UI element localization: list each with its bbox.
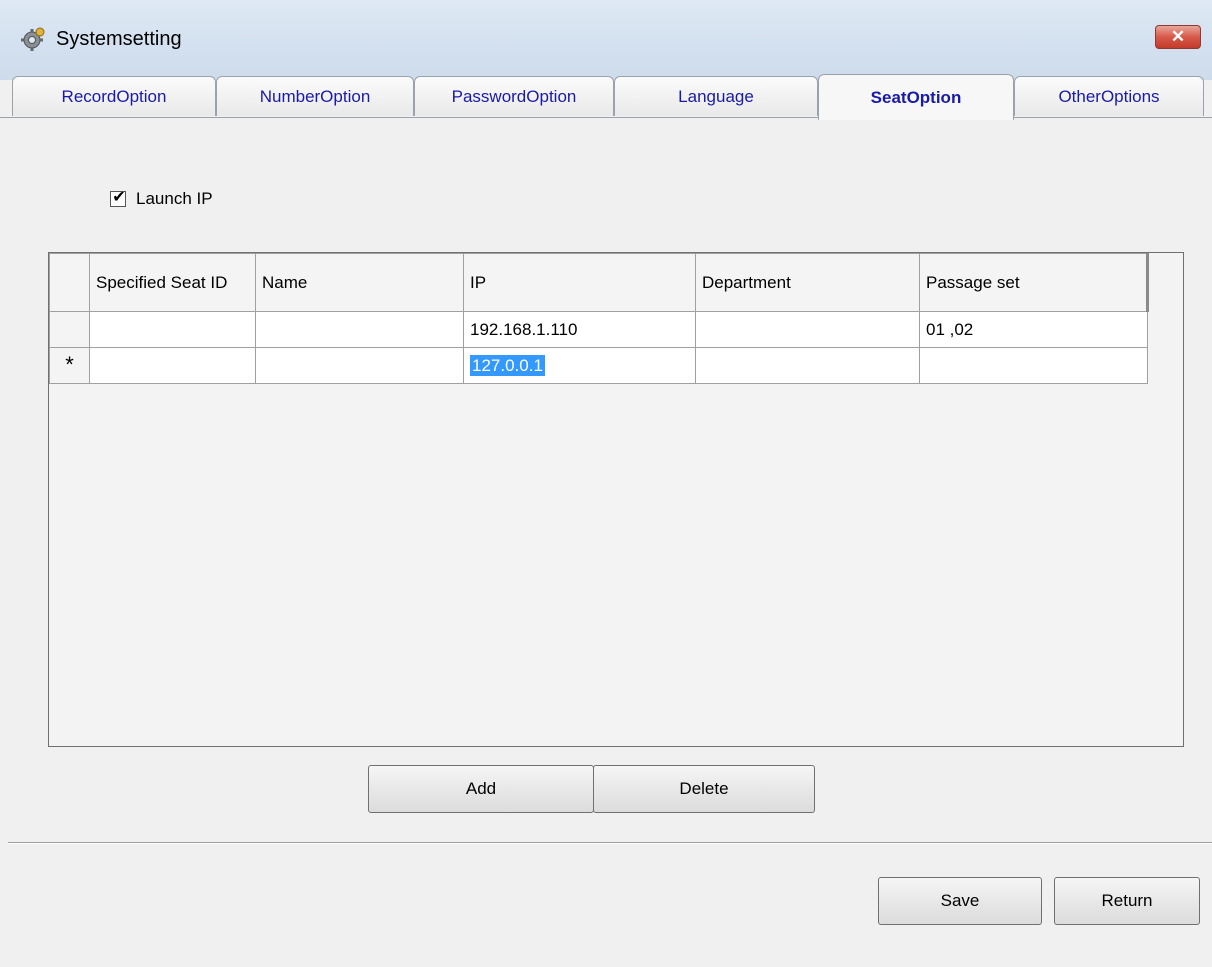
tab-language[interactable]: Language <box>614 76 818 116</box>
launch-ip-label: Launch IP <box>136 189 213 208</box>
cell-name[interactable] <box>255 311 464 348</box>
cell-seat-id[interactable] <box>89 311 256 348</box>
column-header-passage-set[interactable]: Passage set <box>919 253 1149 312</box>
close-button[interactable]: ✕ <box>1155 25 1201 49</box>
cell-name[interactable] <box>255 347 464 384</box>
cell-ip[interactable]: 192.168.1.110 <box>463 311 696 348</box>
delete-button[interactable]: Delete <box>593 765 815 813</box>
row-header-corner <box>49 253 90 312</box>
cell-passage-set[interactable]: 01 ,02 <box>919 311 1148 348</box>
close-icon: ✕ <box>1170 27 1186 46</box>
cell-passage-set[interactable] <box>919 347 1148 384</box>
save-button[interactable]: Save <box>878 877 1042 925</box>
window-title: Systemsetting <box>56 28 182 50</box>
table-row-new[interactable]: * 127.0.0.1 <box>49 347 1148 384</box>
row-header[interactable] <box>49 311 90 348</box>
title-bar: Systemsetting ✕ <box>0 0 1212 80</box>
column-header-name[interactable]: Name <box>255 253 464 312</box>
return-button[interactable]: Return <box>1054 877 1200 925</box>
column-header-seat-id[interactable]: Specified Seat ID <box>89 253 256 312</box>
check-icon: ✔ <box>112 189 126 206</box>
seat-table: Specified Seat ID Name IP Department Pas… <box>49 253 1149 384</box>
cell-department[interactable] <box>695 311 920 348</box>
cell-ip-editing[interactable]: 127.0.0.1 <box>463 347 696 384</box>
tab-other-options[interactable]: OtherOptions <box>1014 76 1204 116</box>
gear-icon <box>20 26 46 52</box>
column-header-department[interactable]: Department <box>695 253 920 312</box>
tab-seat-option[interactable]: SeatOption <box>818 74 1014 120</box>
launch-ip-checkbox[interactable]: ✔ <box>110 189 126 207</box>
cell-department[interactable] <box>695 347 920 384</box>
table-header-row: Specified Seat ID Name IP Department Pas… <box>49 253 1149 312</box>
add-button[interactable]: Add <box>368 765 594 813</box>
asterisk-icon: * <box>65 352 74 377</box>
tab-strip: RecordOption NumberOption PasswordOption… <box>0 74 1212 120</box>
launch-ip-row: ✔ Launch IP <box>110 189 213 209</box>
row-header[interactable]: * <box>49 347 90 384</box>
tab-number-option[interactable]: NumberOption <box>216 76 414 116</box>
cell-seat-id[interactable] <box>89 347 256 384</box>
seat-grid[interactable]: Specified Seat ID Name IP Department Pas… <box>48 252 1184 747</box>
tab-password-option[interactable]: PasswordOption <box>414 76 614 116</box>
divider-highlight <box>8 843 1212 844</box>
system-setting-window: Systemsetting ✕ RecordOption NumberOptio… <box>0 0 1212 967</box>
table-row[interactable]: 192.168.1.110 01 ,02 <box>49 311 1148 348</box>
column-header-ip[interactable]: IP <box>463 253 696 312</box>
tab-record-option[interactable]: RecordOption <box>12 76 216 116</box>
selected-ip-text[interactable]: 127.0.0.1 <box>470 354 545 376</box>
